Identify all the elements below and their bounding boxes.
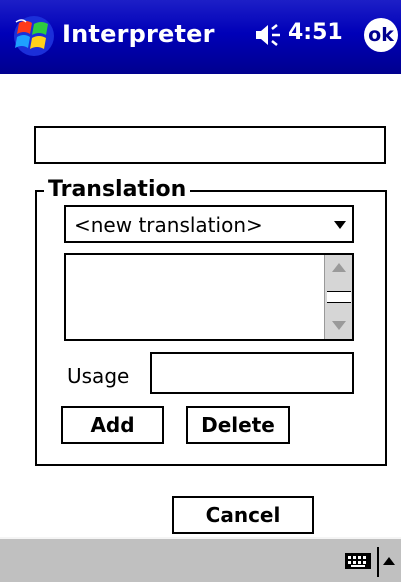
delete-button[interactable]: Delete	[186, 406, 290, 444]
scroll-thumb[interactable]	[327, 291, 351, 303]
usage-input[interactable]	[150, 352, 354, 394]
cancel-button[interactable]: Cancel	[172, 496, 314, 534]
chevron-up-icon[interactable]	[383, 557, 395, 565]
scroll-down-arrow-icon[interactable]	[328, 315, 349, 336]
translation-dropdown-value: <new translation>	[74, 213, 263, 237]
add-button[interactable]: Add	[61, 406, 164, 444]
list-scrollbar[interactable]	[324, 255, 352, 339]
dropdown-arrow-icon[interactable]	[334, 221, 346, 229]
translation-dropdown[interactable]: <new translation>	[64, 205, 354, 243]
title-bar: Interpreter 4:51 ok	[0, 0, 401, 74]
scroll-up-arrow-icon[interactable]	[328, 258, 349, 279]
word-input[interactable]	[34, 126, 386, 164]
app-title: Interpreter	[62, 20, 215, 48]
windows-flag-icon[interactable]	[12, 14, 56, 58]
translation-list[interactable]	[64, 253, 354, 341]
clock-time[interactable]: 4:51	[288, 20, 343, 45]
translation-group-label: Translation	[44, 178, 191, 202]
keyboard-icon[interactable]	[345, 553, 371, 569]
bottom-menu-bar	[0, 537, 401, 582]
ok-button[interactable]: ok	[364, 18, 398, 52]
usage-label: Usage	[67, 364, 130, 388]
speaker-icon[interactable]	[253, 20, 289, 50]
sip-divider	[377, 547, 379, 577]
